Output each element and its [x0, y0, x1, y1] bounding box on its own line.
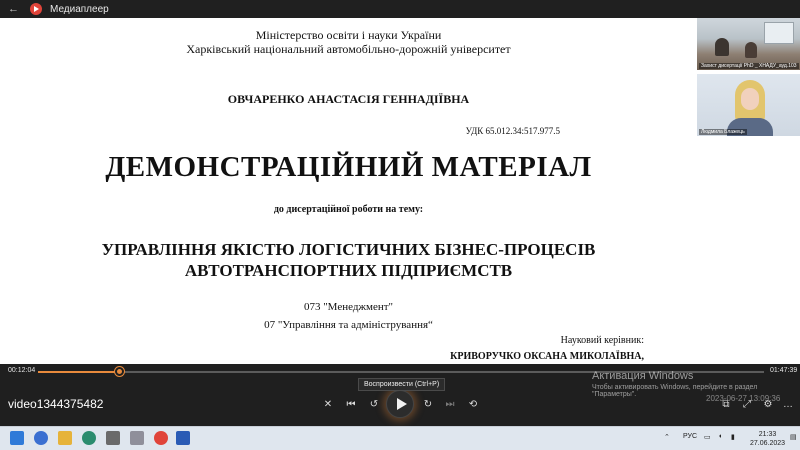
miniplayer-icon[interactable]: ⧉ [716, 394, 736, 414]
volume-icon[interactable]: ◖ [718, 433, 722, 440]
file-explorer-icon[interactable] [58, 431, 72, 445]
participant-tile[interactable]: Людмила Блажець [697, 74, 800, 136]
system-clock[interactable]: 21:33 27.06.2023 [750, 430, 785, 448]
participant-tile[interactable]: Захист дисертації PhD _ ХНАДУ_ауд.103 [697, 18, 800, 70]
total-time: 01:47:39 [770, 367, 798, 374]
clock-date: 27.06.2023 [750, 440, 786, 447]
supervisor-name: КРИВОРУЧКО ОКСАНА МИКОЛАЇВНА, [450, 351, 644, 362]
topic-line-1: УПРАВЛІННЯ ЯКІСТЮ ЛОГІСТИЧНИХ БІЗНЕС-ПРО… [101, 240, 596, 259]
chevron-up-icon[interactable]: ⌃ [664, 433, 670, 441]
window-shape [764, 22, 794, 44]
media-player-taskbar-icon[interactable] [154, 431, 168, 445]
activation-line-1: Чтобы активировать Windows, перейдите в … [592, 384, 758, 391]
next-icon[interactable]: ⏭ [440, 394, 460, 414]
person-shape [715, 38, 729, 56]
repeat-icon[interactable]: ⟲ [463, 394, 483, 414]
udc-code: УДК 65.012.34:517.977.5 [465, 126, 560, 136]
specialty-line-2: 07 "Управління та адміністрування“ [264, 319, 433, 331]
browser-icon[interactable] [34, 431, 48, 445]
skip-forward-icon[interactable]: ↻ [418, 394, 438, 414]
settings-app-icon[interactable] [106, 431, 120, 445]
battery-icon[interactable]: ▮ [731, 433, 735, 441]
window-title: Медиаплеер [50, 3, 109, 15]
language-indicator[interactable]: РУС [683, 433, 697, 440]
network-icon[interactable]: ▭ [704, 433, 711, 441]
video-filename: video1344375482 [8, 397, 104, 411]
start-icon[interactable] [10, 431, 24, 445]
fullscreen-icon[interactable]: ⤢ [737, 394, 757, 414]
word-icon[interactable] [176, 431, 190, 445]
settings-icon[interactable]: ⚙ [758, 394, 778, 414]
activation-title: Активация Windows [592, 370, 694, 382]
shuffle-icon[interactable]: ✕ [318, 394, 338, 414]
document-slide: Міністерство освіти і науки України Харк… [0, 18, 697, 364]
play-tooltip: Воспроизвести (Ctrl+P) [358, 378, 446, 391]
university-line: Харківський національний автомобільно-до… [186, 42, 511, 56]
participants-panel: Захист дисертації PhD _ ХНАДУ_ауд.103 Лю… [697, 18, 800, 364]
person-face-shape [741, 88, 759, 110]
skip-back-icon[interactable]: ↺ [364, 394, 384, 414]
ministry-line: Міністерство освіти і науки України [255, 28, 442, 42]
person-shape [745, 42, 757, 58]
specialty-line-1: 073 "Менеджмент" [303, 301, 394, 313]
video-surface[interactable]: Міністерство освіти і науки України Харк… [0, 18, 800, 364]
media-player-app-icon [30, 3, 42, 15]
seek-bar-progress [38, 371, 120, 373]
back-arrow-icon[interactable]: ← [8, 3, 20, 15]
notifications-icon[interactable]: ▤ [790, 433, 797, 441]
previous-icon[interactable]: ⏮ [341, 394, 361, 414]
slide-subheading: до дисертаційної роботи на тему: [273, 204, 424, 215]
participant-caption: Захист дисертації PhD _ ХНАДУ_ауд.103 [699, 63, 799, 69]
title-bar: ← Медиаплеер [0, 0, 800, 18]
participant-caption: Людмила Блажець [699, 129, 747, 135]
play-button[interactable] [386, 390, 414, 418]
supervisor-label: Науковий керівник: [560, 335, 644, 346]
seek-handle[interactable] [114, 367, 124, 376]
player-controls: 00:12:04 01:47:39 video1344375482 ✕ ⏮ ↺ … [0, 364, 800, 426]
slide-heading: ДЕМОНСТРАЦІЙНИЙ МАТЕРІАЛ [105, 151, 592, 183]
app-icon[interactable] [130, 431, 144, 445]
author-name: ОВЧАРЕНКО АНАСТАСІЯ ГЕННАДІЇВНА [227, 92, 470, 106]
topic-line-2: АВТОТРАНСПОРТНИХ ПІДПРИЄМСТВ [184, 261, 513, 280]
clock-time: 21:33 [758, 431, 777, 438]
current-time: 00:12:04 [8, 367, 36, 374]
edge-icon[interactable] [82, 431, 96, 445]
taskbar: ⌃ РУС ▭ ◖ ▮ 21:33 27.06.2023 ▤ [0, 426, 800, 450]
more-options-icon[interactable]: … [778, 394, 798, 414]
